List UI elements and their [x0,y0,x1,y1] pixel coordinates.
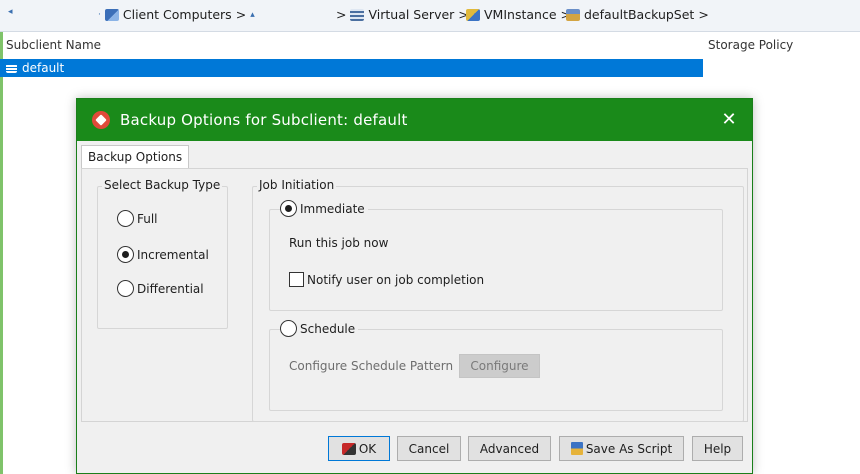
cancel-button[interactable]: Cancel [397,436,461,461]
job-initiation-label: Job Initiation [257,178,337,192]
column-header-storage-policy[interactable]: Storage Policy [708,38,793,52]
breadcrumb-virtual-server[interactable]: > Virtual Server > [336,7,469,22]
radio-differential[interactable]: Differential [117,280,204,297]
ok-button[interactable]: OK [328,436,390,461]
small-arrow-icon: ▴ [250,9,255,20]
close-button[interactable]: ✕ [714,105,744,135]
dialog-title: Backup Options for Subclient: default [120,111,408,129]
tab-backup-options[interactable]: Backup Options [81,145,190,169]
app-logo-icon [92,111,110,129]
schedule-pattern-label: Configure Schedule Pattern [289,359,454,373]
radio-off-icon [117,280,134,297]
row-name: default [22,61,65,75]
immediate-group: Immediate Run this job now Notify user o… [269,200,723,311]
breadcrumb-back[interactable]: ◂ [8,7,13,17]
ok-icon [341,442,356,455]
backup-options-dialog: Backup Options for Subclient: default ✕ … [76,98,753,474]
breadcrumb-client-computers[interactable]: · Client Computers > ▴ [98,7,255,22]
radio-on-icon [280,200,297,217]
virtual-server-icon [350,8,365,21]
tab-panel: Select Backup Type Full Incremental Diff… [81,168,748,422]
radio-schedule[interactable]: Schedule [280,320,359,337]
backup-type-group: Select Backup Type Full Incremental Diff… [97,178,228,329]
advanced-button[interactable]: Advanced [468,436,551,461]
vminstance-icon [466,8,480,21]
breadcrumb-vminstance[interactable]: VMInstance > [466,7,571,22]
save-as-script-button[interactable]: Save As Script [559,436,684,461]
radio-off-icon [117,210,134,227]
job-initiation-group: Job Initiation Immediate Run this job no… [252,178,744,422]
radio-incremental[interactable]: Incremental [117,246,209,263]
column-header-subclient-name[interactable]: Subclient Name [6,38,101,52]
breadcrumb: ◂ · Client Computers > ▴ > Virtual Serve… [0,0,860,32]
checkbox-icon [289,272,304,287]
left-arrow-icon: ◂ [8,7,13,17]
dialog-titlebar[interactable]: Backup Options for Subclient: default ✕ [77,99,752,141]
configure-button[interactable]: Configure [459,354,540,378]
dot-icon: · [98,9,101,20]
computers-icon [104,8,119,21]
schedule-group: Schedule Configure Schedule Pattern Conf… [269,320,723,411]
immediate-description: Run this job now [289,236,389,250]
backupset-icon [566,8,580,21]
radio-on-icon [117,246,134,263]
help-button[interactable]: Help [692,436,743,461]
breadcrumb-defaultbackupset[interactable]: defaultBackupSet > [566,7,709,22]
subclient-icon [6,63,17,73]
script-icon [570,442,583,455]
radio-immediate[interactable]: Immediate [280,200,368,217]
radio-off-icon [280,320,297,337]
table-header: Subclient Name Storage Policy [0,33,860,57]
notify-checkbox[interactable]: Notify user on job completion [289,272,484,287]
backup-type-label: Select Backup Type [102,178,223,192]
radio-full[interactable]: Full [117,210,158,227]
table-row[interactable]: default [0,59,703,77]
